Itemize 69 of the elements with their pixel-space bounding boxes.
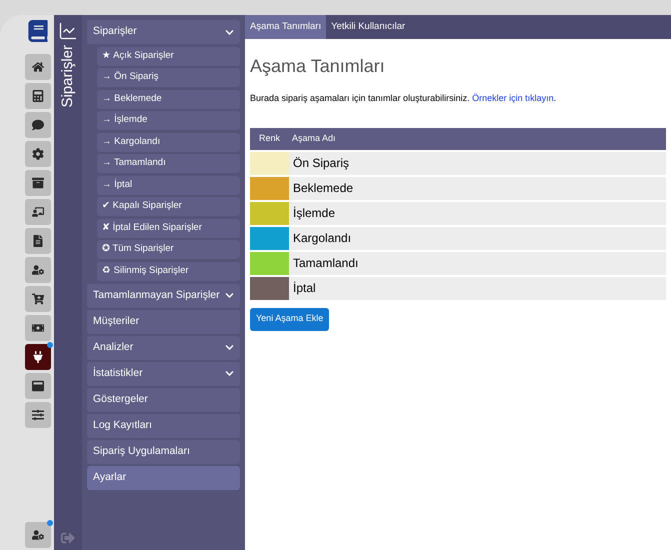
column-header: Renk <box>258 132 282 145</box>
submenu-item[interactable]: → Kargolandı <box>97 132 240 152</box>
menu-item[interactable]: Sipariş Uygulamaları <box>87 440 240 464</box>
submenu-item[interactable]: → Tamamlandı <box>97 154 240 173</box>
user-settings-button[interactable] <box>25 522 51 548</box>
menu-item[interactable]: Tamamlanmayan Siparişler <box>87 284 240 308</box>
submenu-item[interactable]: → İşlemde <box>97 111 240 130</box>
rail-button[interactable] <box>25 315 51 341</box>
sliders-icon <box>32 409 44 421</box>
chevron-icon <box>225 291 234 300</box>
rail-button[interactable] <box>25 257 51 283</box>
submenu-item[interactable]: → Beklemede <box>97 90 240 108</box>
tab[interactable]: Aşama Tanımları <box>245 15 326 39</box>
home-icon <box>32 61 44 73</box>
rail-button[interactable] <box>25 112 51 138</box>
submenu-item[interactable]: → Ön Sipariş <box>97 68 240 87</box>
rail-button[interactable] <box>25 199 51 225</box>
speech-bubble-icon <box>32 119 44 131</box>
add-stage-button[interactable]: Yeni Aşama Ekle <box>250 308 330 330</box>
chevron-icon <box>225 369 234 378</box>
submenu-item[interactable]: ♻ Silinmiş Siparişler <box>97 262 240 280</box>
window-icon <box>32 380 44 392</box>
menu-item[interactable]: Log Kayıtları <box>87 414 240 438</box>
book-icon <box>27 20 49 42</box>
rail-button[interactable] <box>25 344 51 370</box>
submenu-item[interactable]: ✘ İptal Edilen Siparişler <box>97 218 240 238</box>
menu-item[interactable]: İstatistikler <box>87 362 240 386</box>
stage-name: İptal <box>293 280 316 297</box>
section-title: Siparişler <box>58 45 77 108</box>
user-settings-icon <box>32 264 44 276</box>
menu-item[interactable]: Analizler <box>87 336 240 360</box>
rail-button[interactable] <box>25 141 51 167</box>
submenu-item[interactable]: → İptal <box>97 176 240 194</box>
submenu-item[interactable]: ✔ Kapalı Siparişler <box>97 197 240 216</box>
menu-item[interactable]: Siparişler <box>87 20 240 44</box>
presenter-icon <box>32 206 44 218</box>
line-chart-icon <box>58 21 78 41</box>
rail-button[interactable] <box>25 402 51 428</box>
menu-item[interactable]: Göstergeler <box>87 388 240 412</box>
stage-name: Kargolandı <box>293 230 352 247</box>
document-icon <box>32 235 44 247</box>
stage-name: Beklemede <box>293 180 354 197</box>
rail-button[interactable] <box>25 54 51 80</box>
column-header: Aşama Adı <box>292 132 336 145</box>
page-title: Aşama Tanımları <box>250 55 386 78</box>
menu-item[interactable]: Müşteriler <box>87 310 240 334</box>
examples-link[interactable]: Örnekler için tıklayın <box>472 93 554 103</box>
intro-text: Burada sipariş aşamaları için tanımlar oluşturabilirsiniz. Örnekler için tıklayın. <box>250 92 558 105</box>
stage-name: Tamamlandı <box>293 255 358 272</box>
rail-button[interactable] <box>25 286 51 312</box>
stage-name: İşlemde <box>293 205 336 222</box>
banknote-icon <box>32 322 44 334</box>
rail-button[interactable] <box>25 83 51 109</box>
menu-item[interactable]: Ayarlar <box>87 466 240 490</box>
submenu-item[interactable]: ★ Açık Siparişler <box>97 46 240 66</box>
stage-name: Ön Sipariş <box>293 155 350 172</box>
tab[interactable]: Yetkili Kullanıcılar <box>326 15 410 39</box>
submenu-item[interactable]: ✪ Tüm Siparişler <box>97 240 240 259</box>
settings-icon <box>32 148 44 160</box>
chevron-icon <box>225 343 234 352</box>
chevron-icon <box>225 28 234 36</box>
user-settings-icon <box>32 529 44 541</box>
calculator-icon <box>32 90 44 102</box>
rail-button[interactable] <box>25 228 51 254</box>
plug-icon <box>32 351 44 363</box>
rail-button[interactable] <box>25 170 51 196</box>
cart-icon <box>32 293 44 305</box>
rail-button[interactable] <box>25 373 51 399</box>
archive-icon <box>32 177 44 189</box>
